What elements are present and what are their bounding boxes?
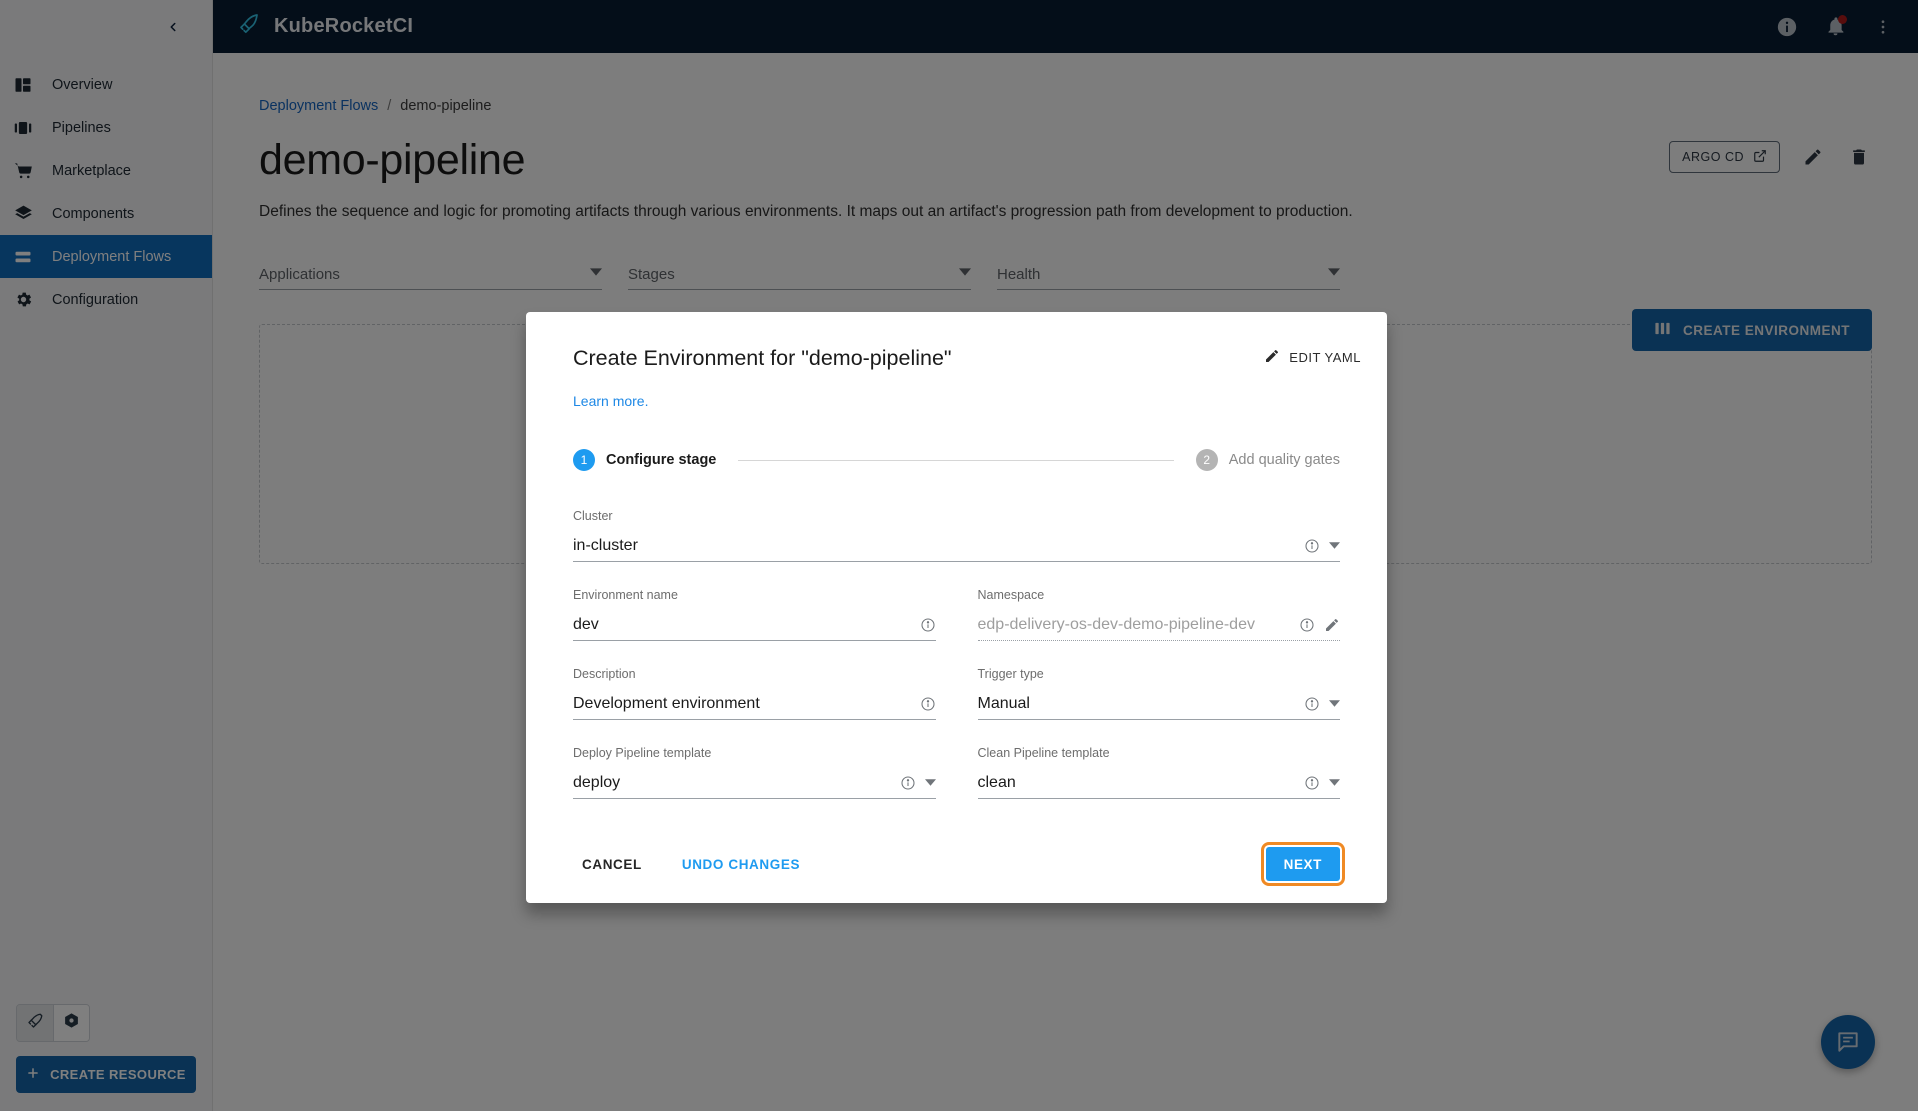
environment-form: Cluster in-cluster Environment name dev … <box>552 509 1361 799</box>
field-value: deploy <box>573 773 621 791</box>
field-deploy-pipeline-template: Deploy Pipeline template deploy <box>573 746 936 799</box>
step-configure-stage[interactable]: 1 Configure stage <box>573 449 716 471</box>
info-icon[interactable] <box>1304 775 1320 791</box>
field-label: Environment name <box>573 588 678 602</box>
edit-yaml-label: EDIT YAML <box>1289 350 1361 365</box>
next-button[interactable]: NEXT <box>1260 842 1346 886</box>
learn-more-link[interactable]: Learn more. <box>552 393 1361 409</box>
field-value: dev <box>573 615 599 633</box>
field-value: Development environment <box>573 694 760 712</box>
info-icon[interactable] <box>1304 696 1320 712</box>
step-label: Add quality gates <box>1228 452 1340 468</box>
field-adornments <box>1304 538 1340 554</box>
field-clean-pipeline-template: Clean Pipeline template clean <box>977 746 1340 799</box>
create-environment-dialog: Create Environment for "demo-pipeline" E… <box>526 312 1387 903</box>
dialog-footer: CANCEL UNDO CHANGES NEXT <box>552 825 1361 903</box>
field-adornments <box>1304 775 1340 791</box>
step-number: 2 <box>1195 449 1218 471</box>
field-adornments <box>920 617 936 633</box>
pencil-icon <box>1264 348 1280 367</box>
field-cluster: Cluster in-cluster <box>573 509 1340 562</box>
step-number: 1 <box>573 449 595 471</box>
edit-namespace-pencil-icon[interactable] <box>1324 617 1340 633</box>
chevron-down-icon[interactable] <box>1329 540 1340 551</box>
info-icon[interactable] <box>1299 617 1315 633</box>
trigger-type-select[interactable]: Manual <box>977 688 1340 720</box>
chevron-down-icon[interactable] <box>924 777 936 788</box>
deploy-pipeline-template-select[interactable]: deploy <box>573 767 936 799</box>
stepper-connector <box>738 459 1174 461</box>
info-icon[interactable] <box>900 775 916 791</box>
field-namespace: Namespace edp-delivery-os-dev-demo-pipel… <box>977 588 1340 641</box>
field-label: Trigger type <box>977 667 1044 681</box>
environment-name-input[interactable]: dev <box>573 609 936 641</box>
info-icon[interactable] <box>920 617 936 633</box>
field-description: Description Development environment <box>573 667 936 720</box>
undo-changes-button[interactable]: UNDO CHANGES <box>673 849 809 880</box>
field-label: Description <box>573 667 636 681</box>
field-trigger-type: Trigger type Manual <box>977 667 1340 720</box>
form-row-templates: Deploy Pipeline template deploy Clean Pi… <box>573 746 1340 799</box>
cancel-button[interactable]: CANCEL <box>573 849 651 880</box>
field-label: Clean Pipeline template <box>977 746 1110 760</box>
field-adornments <box>1299 617 1340 633</box>
step-label: Configure stage <box>606 452 717 468</box>
form-row-name-namespace: Environment name dev Namespace edp-deliv… <box>573 588 1340 641</box>
namespace-input[interactable]: edp-delivery-os-dev-demo-pipeline-dev <box>977 609 1340 641</box>
field-environment-name: Environment name dev <box>573 588 936 641</box>
dialog-header: Create Environment for "demo-pipeline" E… <box>552 338 1361 371</box>
field-adornments <box>1304 696 1340 712</box>
field-placeholder: edp-delivery-os-dev-demo-pipeline-dev <box>977 615 1255 633</box>
field-label: Deploy Pipeline template <box>573 746 712 760</box>
clean-pipeline-template-select[interactable]: clean <box>977 767 1340 799</box>
cluster-select[interactable]: in-cluster <box>573 530 1340 562</box>
field-label: Cluster <box>573 509 613 523</box>
field-adornments <box>900 775 936 791</box>
dialog-stepper: 1 Configure stage 2 Add quality gates <box>552 449 1361 471</box>
step-add-quality-gates[interactable]: 2 Add quality gates <box>1195 449 1340 471</box>
form-row-cluster: Cluster in-cluster <box>573 509 1340 562</box>
chevron-down-icon[interactable] <box>1329 777 1340 788</box>
info-icon[interactable] <box>1304 538 1320 554</box>
form-row-description-trigger: Description Development environment Trig… <box>573 667 1340 720</box>
field-value: Manual <box>977 694 1030 712</box>
chevron-down-icon[interactable] <box>1329 698 1340 709</box>
edit-yaml-button[interactable]: EDIT YAML <box>1264 338 1361 367</box>
field-adornments <box>920 696 936 712</box>
field-value: in-cluster <box>573 536 638 554</box>
description-input[interactable]: Development environment <box>573 688 936 720</box>
field-value: clean <box>977 773 1016 791</box>
field-label: Namespace <box>977 588 1045 602</box>
dialog-title: Create Environment for "demo-pipeline" <box>573 346 952 370</box>
info-icon[interactable] <box>920 696 936 712</box>
app-root: Overview Pipelines Marketplace Component… <box>0 0 1918 1111</box>
